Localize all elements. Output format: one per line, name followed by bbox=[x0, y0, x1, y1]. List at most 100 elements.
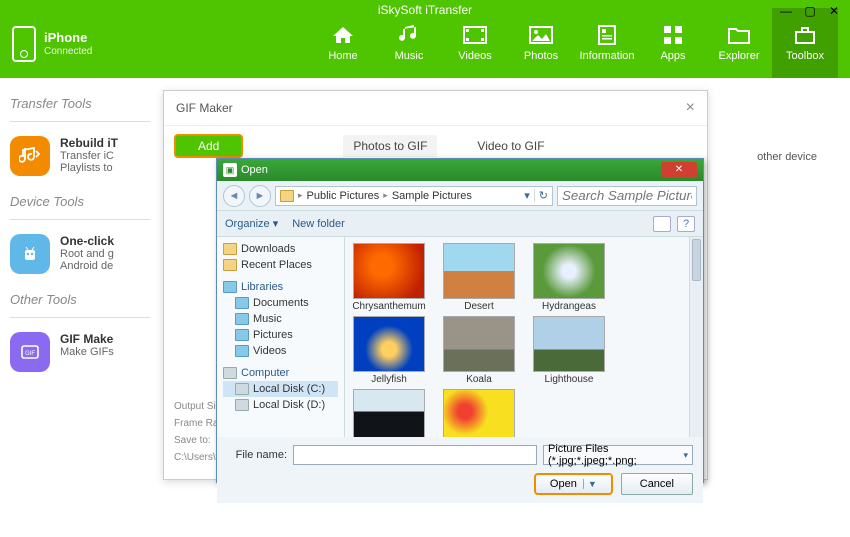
nav-label: Toolbox bbox=[786, 50, 824, 62]
breadcrumb-item[interactable]: Public Pictures bbox=[307, 190, 380, 202]
tree-pictures[interactable]: Pictures bbox=[223, 327, 338, 343]
tree-videos[interactable]: Videos bbox=[223, 343, 338, 359]
search-input[interactable] bbox=[557, 186, 697, 206]
tree-computer[interactable]: Computer bbox=[223, 365, 338, 381]
nav-label: Music bbox=[395, 50, 424, 62]
file-item[interactable]: Chrysanthemum bbox=[349, 243, 429, 312]
tree-libraries[interactable]: Libraries bbox=[223, 279, 338, 295]
video-icon bbox=[462, 24, 488, 46]
file-item[interactable]: Jellyfish bbox=[349, 316, 429, 385]
rebuild-icon bbox=[10, 136, 50, 176]
sidebar-section-transfer: Transfer Tools bbox=[10, 96, 150, 111]
tree-recent[interactable]: Recent Places bbox=[223, 257, 338, 273]
file-item[interactable] bbox=[439, 389, 519, 437]
info-text: other device bbox=[757, 151, 817, 163]
file-name: Lighthouse bbox=[529, 374, 609, 385]
tree-music[interactable]: Music bbox=[223, 311, 338, 327]
open-title: Open bbox=[241, 164, 268, 176]
tool-oneclick[interactable]: One-clickRoot and gAndroid de bbox=[10, 234, 150, 274]
file-item[interactable]: Desert bbox=[439, 243, 519, 312]
file-name: Koala bbox=[439, 374, 519, 385]
tool-desc: Transfer iC bbox=[60, 150, 114, 162]
organize-menu[interactable]: Organize ▾ bbox=[225, 217, 278, 230]
file-item[interactable]: Koala bbox=[439, 316, 519, 385]
thumbnail bbox=[443, 243, 515, 299]
folder-icon bbox=[280, 190, 294, 202]
toolbox-icon bbox=[792, 24, 818, 46]
sidebar-section-other: Other Tools bbox=[10, 292, 150, 307]
open-close-button[interactable]: ✕ bbox=[661, 162, 697, 178]
tool-title: One-click bbox=[60, 234, 114, 248]
cancel-button[interactable]: Cancel bbox=[621, 473, 693, 495]
thumbnail bbox=[443, 316, 515, 372]
maximize-icon[interactable]: ▢ bbox=[802, 4, 818, 18]
nav-label: Home bbox=[328, 50, 357, 62]
file-open-dialog: ▣ Open ✕ ◄ ► ▸ Public Pictures ▸ Sample … bbox=[216, 158, 704, 483]
thumbnail bbox=[353, 389, 425, 437]
close-icon[interactable]: ✕ bbox=[826, 4, 842, 18]
tool-title: Rebuild iT bbox=[60, 136, 118, 150]
nav-forward-button[interactable]: ► bbox=[249, 185, 271, 207]
tool-title: GIF Make bbox=[60, 332, 114, 346]
view-mode-button[interactable] bbox=[653, 216, 671, 232]
file-grid: Chrysanthemum Desert Hydrangeas Jellyfis… bbox=[345, 237, 689, 437]
nav-label: Apps bbox=[660, 50, 685, 62]
file-name: Desert bbox=[439, 301, 519, 312]
tree-drive-c[interactable]: Local Disk (C:) bbox=[223, 381, 338, 397]
tree-drive-d[interactable]: Local Disk (D:) bbox=[223, 397, 338, 413]
device-name: iPhone bbox=[44, 30, 92, 46]
breadcrumb-item[interactable]: Sample Pictures bbox=[392, 190, 472, 202]
save-to-label: Save to: bbox=[174, 435, 211, 446]
apps-icon bbox=[660, 24, 686, 46]
music-icon bbox=[396, 24, 422, 46]
help-button[interactable]: ? bbox=[677, 216, 695, 232]
refresh-icon[interactable]: ↻ bbox=[534, 189, 548, 202]
scrollbar[interactable] bbox=[689, 237, 703, 437]
file-item[interactable] bbox=[349, 389, 429, 437]
filename-input[interactable] bbox=[293, 445, 537, 465]
tab-photos-to-gif[interactable]: Photos to GIF bbox=[343, 135, 437, 157]
new-folder-button[interactable]: New folder bbox=[292, 218, 345, 230]
gif-close-icon[interactable]: × bbox=[686, 99, 695, 117]
app-titlebar: iSkySoft iTransfer bbox=[0, 0, 850, 20]
open-titlebar: ▣ Open ✕ bbox=[217, 159, 703, 181]
nav-label: Photos bbox=[524, 50, 558, 62]
chevron-down-icon[interactable]: ▼ bbox=[583, 479, 597, 489]
photos-icon bbox=[528, 24, 554, 46]
window-controls: — ▢ ✕ bbox=[778, 4, 842, 18]
folder-tree: Downloads Recent Places Libraries Docume… bbox=[217, 237, 345, 437]
filename-label: File name: bbox=[227, 449, 287, 461]
device-box[interactable]: iPhone Connected bbox=[12, 26, 92, 62]
thumbnail bbox=[533, 316, 605, 372]
file-name: Jellyfish bbox=[349, 374, 429, 385]
thumbnail bbox=[443, 389, 515, 437]
tree-documents[interactable]: Documents bbox=[223, 295, 338, 311]
tool-rebuild[interactable]: Rebuild iTTransfer iCPlaylists to bbox=[10, 136, 150, 176]
gif-dialog-title: GIF Maker bbox=[176, 101, 233, 115]
file-name: Hydrangeas bbox=[529, 301, 609, 312]
nav-back-button[interactable]: ◄ bbox=[223, 185, 245, 207]
file-item[interactable]: Lighthouse bbox=[529, 316, 609, 385]
minimize-icon[interactable]: — bbox=[778, 4, 794, 18]
svg-text:GIF: GIF bbox=[25, 351, 35, 357]
open-button[interactable]: Open▼ bbox=[534, 473, 613, 495]
tool-gifmaker[interactable]: GIF GIF MakeMake GIFs bbox=[10, 332, 150, 372]
explorer-icon bbox=[726, 24, 752, 46]
thumbnail bbox=[533, 243, 605, 299]
add-button[interactable]: Add bbox=[174, 134, 243, 158]
breadcrumb[interactable]: ▸ Public Pictures ▸ Sample Pictures ▾ ↻ bbox=[275, 186, 553, 206]
thumbnail bbox=[353, 243, 425, 299]
file-filter-dropdown[interactable]: Picture Files (*.jpg;*.jpeg;*.png;▾ bbox=[543, 445, 693, 465]
open-app-icon: ▣ bbox=[223, 163, 237, 177]
thumbnail bbox=[353, 316, 425, 372]
tool-desc: Android de bbox=[60, 260, 113, 272]
file-item[interactable]: Hydrangeas bbox=[529, 243, 609, 312]
open-toolbar: Organize ▾ New folder ? bbox=[217, 211, 703, 237]
tab-video-to-gif[interactable]: Video to GIF bbox=[467, 135, 554, 157]
nav-label: Videos bbox=[458, 50, 491, 62]
tree-downloads[interactable]: Downloads bbox=[223, 241, 338, 257]
nav-label: Information bbox=[579, 50, 634, 62]
sidebar-section-device: Device Tools bbox=[10, 194, 150, 209]
tool-desc: Playlists to bbox=[60, 162, 113, 174]
gif-icon: GIF bbox=[10, 332, 50, 372]
